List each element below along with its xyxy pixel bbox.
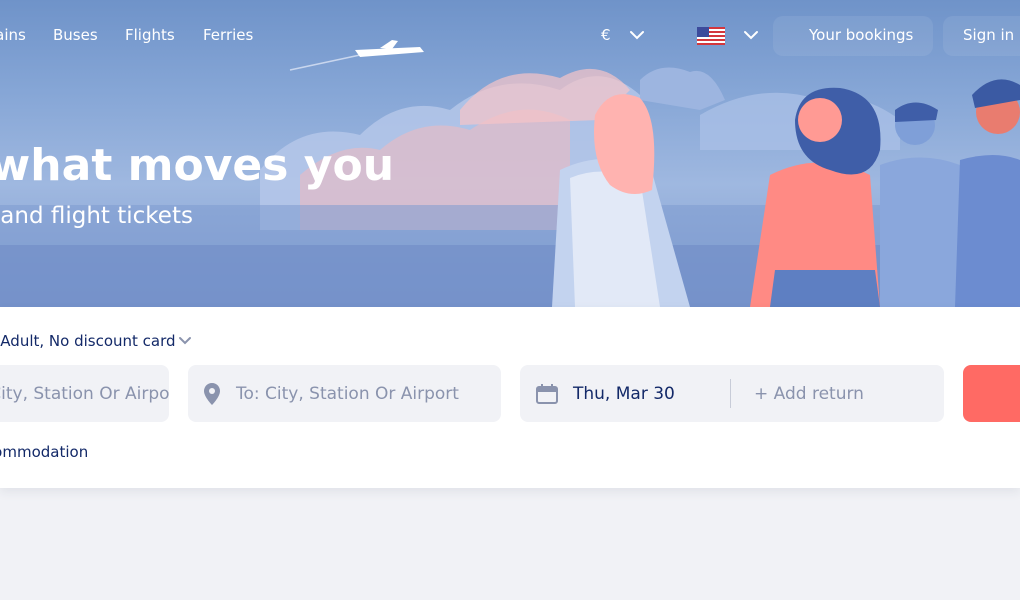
us-flag-icon[interactable]	[697, 27, 725, 45]
accommodation-checkbox[interactable]: Find accommodation	[0, 442, 120, 462]
search-panel: 1 Adult, No discount card From: City, St…	[0, 307, 1020, 488]
top-navigation: Trains Buses Flights Ferries € Your book…	[0, 0, 1020, 72]
location-pin-icon	[204, 383, 220, 405]
nav-link-trains[interactable]: Trains	[0, 26, 26, 44]
date-divider	[730, 379, 731, 408]
hero-banner: Trains Buses Flights Ferries € Your book…	[0, 0, 1020, 307]
chevron-down-icon[interactable]	[743, 30, 759, 40]
currency-selector[interactable]: €	[601, 26, 611, 44]
nav-link-flights[interactable]: Flights	[125, 26, 175, 44]
calendar-icon	[536, 384, 558, 404]
to-input[interactable]: To: City, Station Or Airport	[188, 365, 501, 422]
add-return-button[interactable]: + Add return	[754, 383, 864, 405]
search-button[interactable]	[963, 365, 1020, 422]
date-field[interactable]: Thu, Mar 30 + Add return	[520, 365, 944, 422]
from-input-placeholder[interactable]: From: City, Station Or Airport	[0, 383, 169, 405]
nav-link-buses[interactable]: Buses	[53, 26, 98, 44]
passenger-selector-label[interactable]: 1 Adult, No discount card	[0, 331, 176, 351]
hero-subline-text: Train, bus and flight tickets	[0, 203, 193, 229]
accommodation-label[interactable]: Find accommodation	[0, 442, 88, 462]
hero-subline: Train, bus and flight tickets	[0, 200, 500, 232]
departure-date-value[interactable]: Thu, Mar 30	[573, 383, 675, 405]
hero-headline-text: Go what moves you	[0, 140, 395, 191]
hero-headline: Go what moves you	[0, 140, 560, 192]
your-bookings-label[interactable]: Your bookings	[809, 26, 913, 44]
nav-link-ferries[interactable]: Ferries	[203, 26, 253, 44]
chevron-down-icon[interactable]	[629, 30, 645, 40]
to-input-placeholder[interactable]: To: City, Station Or Airport	[236, 383, 459, 405]
chevron-down-icon[interactable]	[178, 336, 192, 346]
passenger-selector[interactable]: 1 Adult, No discount card	[0, 331, 200, 353]
sign-in-label[interactable]: Sign in	[963, 26, 1014, 44]
from-input[interactable]: From: City, Station Or Airport	[0, 365, 169, 422]
